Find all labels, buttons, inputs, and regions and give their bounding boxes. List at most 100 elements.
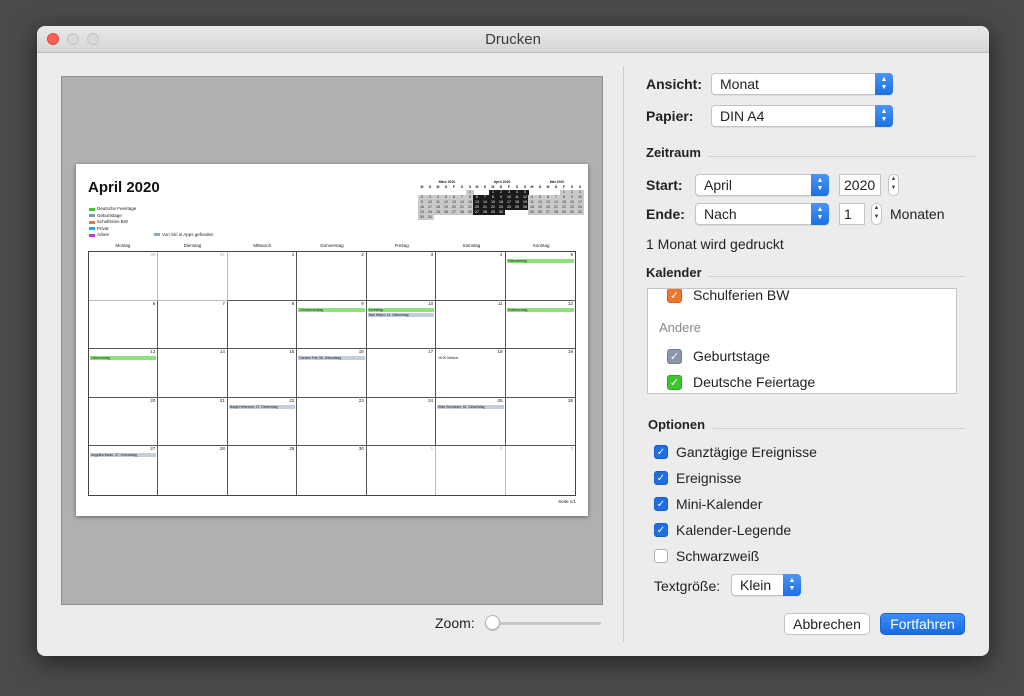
calendar-item-label: Schulferien BW [693,288,790,303]
textgroesse-popup[interactable]: Klein ▲ ▼ [731,574,801,596]
option-schwarzweiss[interactable]: Schwarzweiß [654,548,759,564]
day-number: 19 [567,349,573,355]
day-number: 13 [150,349,156,355]
checkbox-checked-icon[interactable]: ✓ [654,471,668,485]
papier-popup[interactable]: DIN A4 ▲ ▼ [711,105,893,127]
day-cell: 23 [297,397,367,447]
weekday-label: Mittwoch [253,243,272,248]
day-cell: 25 Silke Schneider, 42. Geburtstag [436,397,506,447]
calendar-list[interactable]: ✓ Schulferien BW Andere ✓ Geburtstage ✓ … [647,288,957,394]
day-number: 12 [567,300,573,306]
mini-calendar-day [450,215,458,220]
calendar-item-feiertage[interactable]: ✓ Deutsche Feiertage [667,374,815,390]
calendar-event: Gründonnerstag [298,307,365,312]
day-number: 28 [219,446,225,452]
day-cell: 14 [158,349,228,398]
cancel-button[interactable]: Abbrechen [784,613,870,635]
option-mini-kalender[interactable]: ✓ Mini-Kalender [654,496,762,512]
option-kalender-legende[interactable]: ✓ Kalender-Legende [654,522,791,538]
mini-calendar-day: 31 [426,215,434,220]
checkbox-checked-icon[interactable]: ✓ [667,289,682,303]
preview-month-title: April 2020 [88,179,160,196]
zoom-slider-track[interactable] [489,622,601,625]
mini-calendar-day: 29 [489,210,497,215]
day-cell: 4 [436,252,506,301]
panel-divider [623,66,624,642]
day-cell: 1 [227,252,298,301]
start-year-stepper[interactable]: ▲ ▼ [888,174,899,196]
calendar-event: Carsten Frei, 56. Geburtstag [298,356,365,361]
zoom-label: Zoom: [435,615,475,631]
day-cell: 19 [505,349,575,398]
checkbox-unchecked-icon[interactable] [654,549,668,563]
day-cell: 10 Karfreitag Max Meyer, 41. Geburtstag [366,300,437,350]
day-cell: 29 [228,446,298,495]
textgroesse-label: Textgröße: [654,578,721,594]
option-label: Schwarzweiß [676,548,760,564]
day-number: 7 [222,300,225,306]
option-ereignisse[interactable]: ✓ Ereignisse [654,470,741,486]
day-number: 22 [289,397,295,403]
day-cell: 2 [436,446,506,495]
calendar-event: Karfreitag [367,307,435,312]
option-ganztaegige-ereignisse[interactable]: ✓ Ganztägige Ereignisse [654,444,817,460]
day-number: 11 [497,300,503,306]
mini-calendar-title: Mai 2020 [549,180,565,184]
zoom-slider-thumb[interactable] [485,615,500,630]
legend-swatch [89,227,95,231]
page-number: Seite 1/1 [558,499,576,504]
day-number: 18 [497,349,503,355]
start-label: Start: [646,177,683,193]
legend-label: Von Siri in Apps gefunden [162,232,214,237]
start-year-field[interactable]: 2020 [839,174,881,196]
day-cell: 5 Palmsonntag [505,252,575,301]
mini-calendar-day: 30 [418,215,426,220]
start-month-popup[interactable]: April ▲ ▼ [695,174,829,196]
checkbox-checked-icon[interactable]: ✓ [667,374,682,390]
weekday-label: Donnerstag [320,243,344,248]
mini-calendar-day: 27 [544,210,552,215]
calendar-item-schulferien[interactable]: ✓ Schulferien BW [667,288,790,303]
checkbox-checked-icon[interactable]: ✓ [654,445,668,459]
day-number: 14 [219,349,225,355]
checkbox-checked-icon[interactable]: ✓ [654,523,668,537]
day-number: 30 [358,446,364,452]
legend-swatch [89,214,95,218]
mini-calendar-day: 28 [481,210,489,215]
mini-calendar-day: 27 [473,210,481,215]
preview-page: April 2020 Deutsche Feiertage Geburtstage… [76,164,588,516]
checkbox-checked-icon[interactable]: ✓ [654,497,668,511]
ansicht-value: Monat [720,76,759,92]
mini-calendar-day [458,215,466,220]
day-number: 26 [567,397,573,403]
popup-arrows-icon: ▲ ▼ [783,574,801,596]
mini-calendar: Mai 2020 M D M D F S S 1 2 3 4 5 6 7 8 9 10 11 12 13 14 15 16 17… [528,180,586,215]
calendar-event: Max Meyer, 41. Geburtstag [367,312,435,317]
ende-value: Nach [704,206,737,222]
day-number: 4 [500,252,503,257]
day-number: 1 [430,446,434,452]
ansicht-popup[interactable]: Monat ▲ ▼ [711,73,893,95]
weekday-label: Dienstag [183,243,202,248]
day-number: 1 [291,252,295,257]
continue-button[interactable]: Fortfahren [880,613,965,635]
popup-arrows-icon: ▲ ▼ [811,174,829,196]
print-summary: 1 Monat wird gedruckt [646,236,784,252]
day-number: 20 [150,397,156,403]
day-cell: 6 [89,300,159,350]
day-cell: 31 [158,252,228,301]
ende-count-field[interactable]: 1 [839,203,865,225]
checkbox-checked-icon[interactable]: ✓ [667,348,682,364]
ansicht-label: Ansicht: [646,76,702,92]
day-number: 29 [289,446,295,452]
calendar-event: Palmsonntag [506,259,574,263]
ende-popup[interactable]: Nach ▲ ▼ [695,203,829,225]
day-number: 6 [152,300,156,306]
calendar-item-geburtstage[interactable]: ✓ Geburtstage [667,348,770,364]
day-number: 31 [219,252,225,257]
day-cell: 9 Gründonnerstag [297,300,367,350]
textgroesse-value: Klein [740,577,772,593]
ende-count-stepper[interactable]: ▲ ▼ [871,203,882,225]
day-number: 3 [570,446,573,452]
ende-unit-label: Monaten [890,206,945,222]
